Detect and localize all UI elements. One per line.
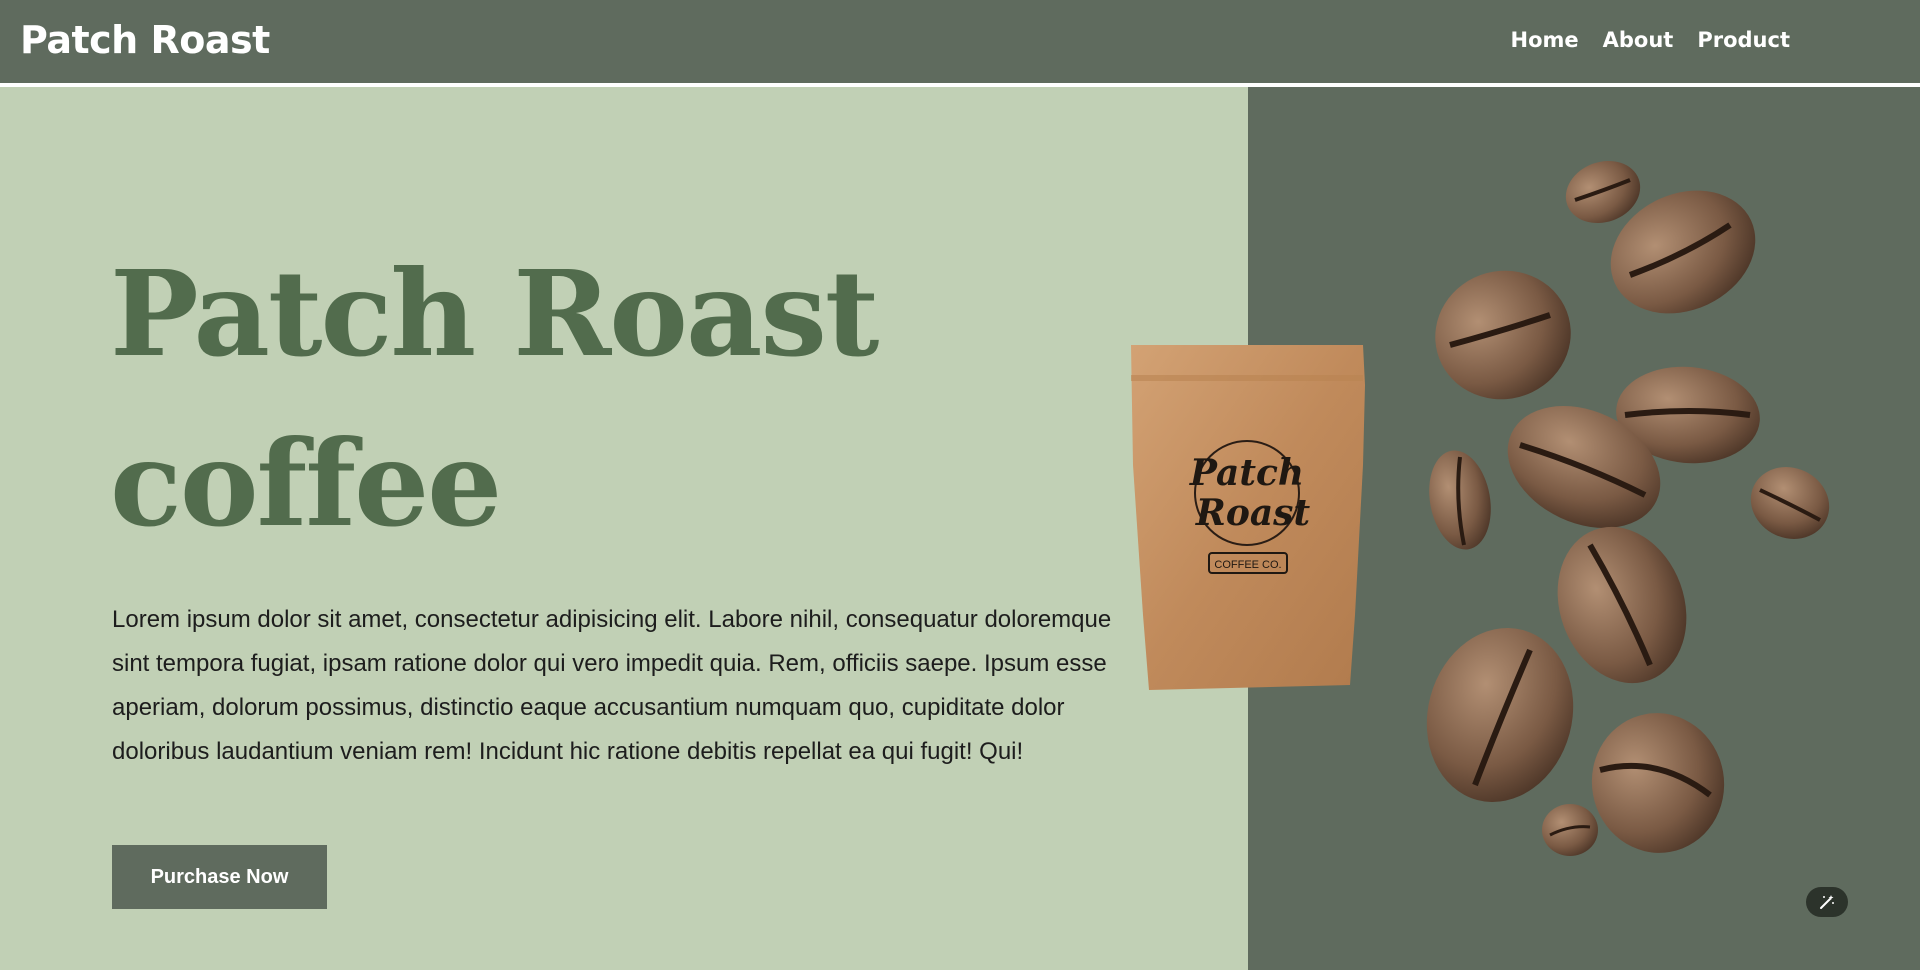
bean-7 (1750, 467, 1830, 539)
bag-brand-line1: Patch (1189, 452, 1304, 494)
bean-3 (1435, 270, 1571, 400)
site-header: Patch Roast Home About Product (0, 0, 1920, 85)
nav-home-link[interactable]: Home (1511, 28, 1579, 52)
coffee-bag-image: Patch Roast COFFEE CO. (1131, 345, 1365, 690)
hero-subtitle: coffee (110, 414, 502, 553)
nav-about-link[interactable]: About (1603, 28, 1674, 52)
purchase-now-button[interactable]: Purchase Now (112, 845, 327, 909)
bean-10 (1591, 713, 1725, 853)
magic-wand-icon (1820, 895, 1834, 909)
bean-9 (1426, 627, 1574, 803)
hero-title: Patch Roast (110, 244, 879, 383)
hero-description: Lorem ipsum dolor sit amet, consectetur … (112, 606, 1112, 765)
bag-seal (1131, 375, 1363, 381)
landing-page: Patch Roast Home About Product Patch Roa… (0, 0, 1920, 970)
coffee-beans-image (1426, 160, 1830, 856)
bag-brand-line2: Roast (1195, 492, 1311, 534)
nav-product-link[interactable]: Product (1697, 28, 1790, 52)
floating-action-button[interactable] (1806, 887, 1848, 917)
bean-11 (1542, 804, 1598, 856)
main-nav: Home About Product (1511, 28, 1791, 52)
bean-6 (1429, 450, 1491, 550)
bag-tag: COFFEE CO. (1214, 559, 1281, 571)
brand-logo[interactable]: Patch Roast (20, 18, 270, 62)
